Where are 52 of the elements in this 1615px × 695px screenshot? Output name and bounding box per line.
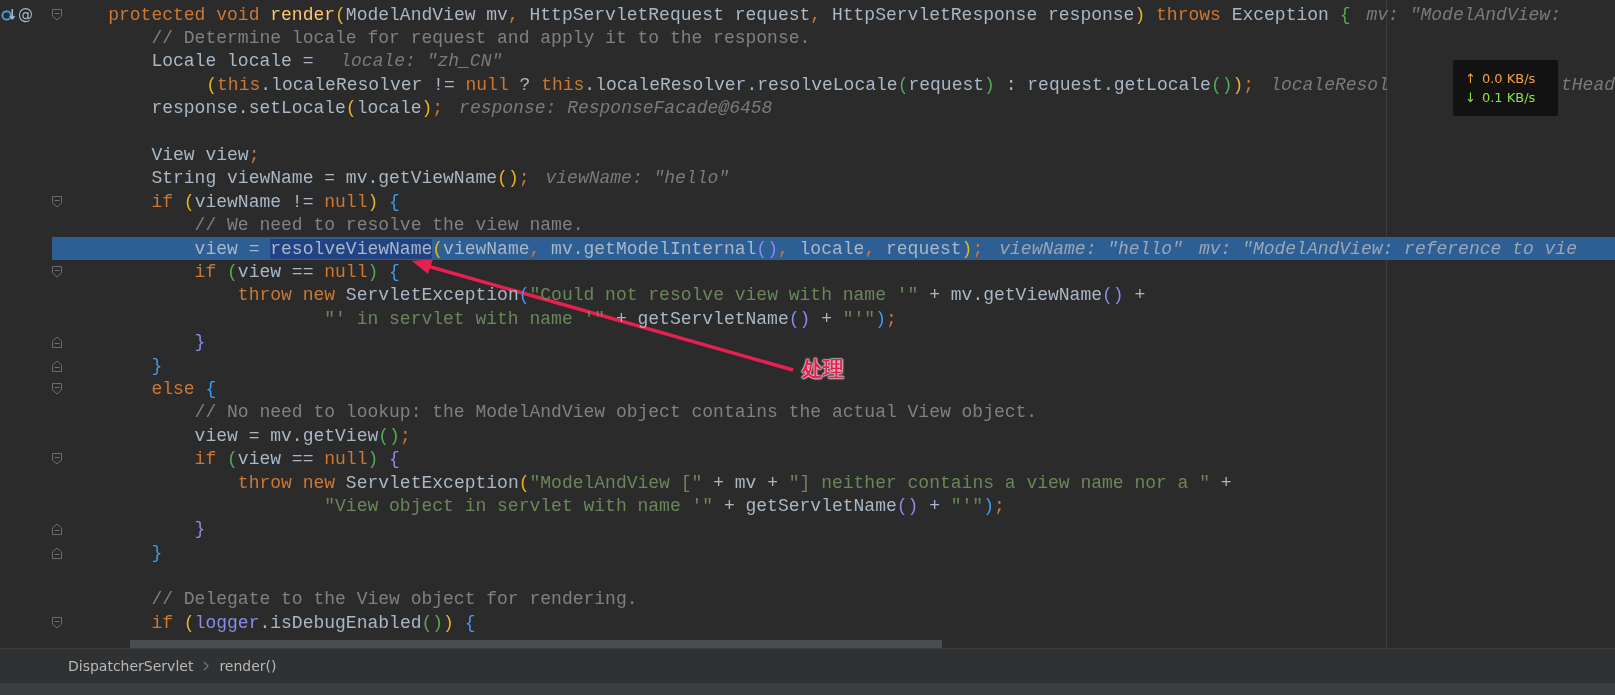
fold-icon[interactable] — [52, 336, 62, 349]
code-line: if (logger.isDebugEnabled()) { — [150, 612, 476, 633]
inline-hint: locale: "zh_CN" — [340, 51, 503, 72]
inline-hint: viewName: "hello" — [545, 168, 730, 189]
code-line: "View object in servlet with name '" + getServletName() + "'"); — [323, 495, 1005, 516]
inline-hint: mv: "ModelAndView: — [1366, 4, 1562, 25]
inline-hint: tHead — [1561, 74, 1615, 95]
fold-icon[interactable] — [52, 195, 62, 208]
code-line: } — [150, 542, 163, 563]
code-line: protected void render(ModelAndView mv, HttpServletRequest request, HttpServletResponse response) throws Exception { — [107, 4, 1351, 25]
inline-hint: viewName: "hello" — [999, 238, 1183, 259]
breadcrumb-item[interactable]: render() — [219, 658, 277, 674]
chevron-icon — [203, 661, 210, 671]
code-line: view = mv.getView(); — [193, 425, 411, 446]
fold-icon[interactable] — [52, 523, 62, 536]
code-line: throw new ServletException("ModelAndView [" + mv + "] neither contains a view name nor a " + — [236, 472, 1232, 493]
annotation-label: 处理 — [802, 356, 844, 383]
scrollbar-thumb[interactable] — [130, 640, 942, 648]
fold-icon[interactable] — [52, 8, 62, 21]
debug-arrow-icon[interactable] — [1, 7, 16, 23]
inline-hint: mv: "ModelAndView: reference to vie — [1198, 238, 1577, 259]
fold-icon[interactable] — [52, 616, 62, 629]
code-line: (this.localeResolver != null ? this.localeResolver.resolveLocale(request) : request.getLocale()); — [205, 74, 1255, 95]
code-line: String viewName = mv.getViewName(); — [150, 168, 530, 189]
speed-reading: 0.1 KB/s — [1481, 90, 1536, 105]
code-line: // We need to resolve the view name. — [193, 215, 584, 236]
fold-icon[interactable] — [52, 266, 62, 278]
code-line: } — [150, 355, 163, 376]
speed-arrow: ↑ — [1465, 71, 1476, 86]
inline-hint: response: ResponseFacade@6458 — [459, 98, 773, 119]
breadcrumb-item[interactable]: DispatcherServlet — [68, 658, 194, 674]
speed-arrow: ↓ — [1465, 90, 1476, 105]
code-line: Locale locale = — [150, 51, 315, 72]
code-line: // Delegate to the View object for rendering. — [150, 589, 638, 610]
code-line: if (view == null) { — [193, 262, 400, 282]
fold-icon[interactable] — [52, 453, 62, 466]
speed-reading: 0.0 KB/s — [1481, 71, 1536, 86]
fold-icon[interactable] — [52, 546, 62, 559]
code-line: // Determine locale for request and apply it to the response. — [150, 28, 811, 49]
override-marker[interactable]: @ — [18, 7, 33, 23]
code-line: View view; — [150, 145, 260, 166]
code-line: } — [193, 332, 206, 353]
code-line: view = resolveViewName(viewName, mv.getModelInternal(), locale, request); — [193, 238, 984, 259]
code-line: if (viewName != null) { — [150, 191, 400, 212]
inline-hint: localeResol — [1270, 74, 1389, 95]
code-line: // No need to lookup: the ModelAndView object contains the actual View object. — [193, 402, 1038, 423]
code-line: response.setLocale(locale); — [150, 98, 444, 119]
fold-icon[interactable] — [52, 359, 62, 372]
code-line: if (view == null) { — [193, 449, 400, 470]
code-line: } — [193, 519, 206, 540]
fold-icon[interactable] — [52, 382, 62, 395]
code-line: else { — [150, 378, 217, 399]
